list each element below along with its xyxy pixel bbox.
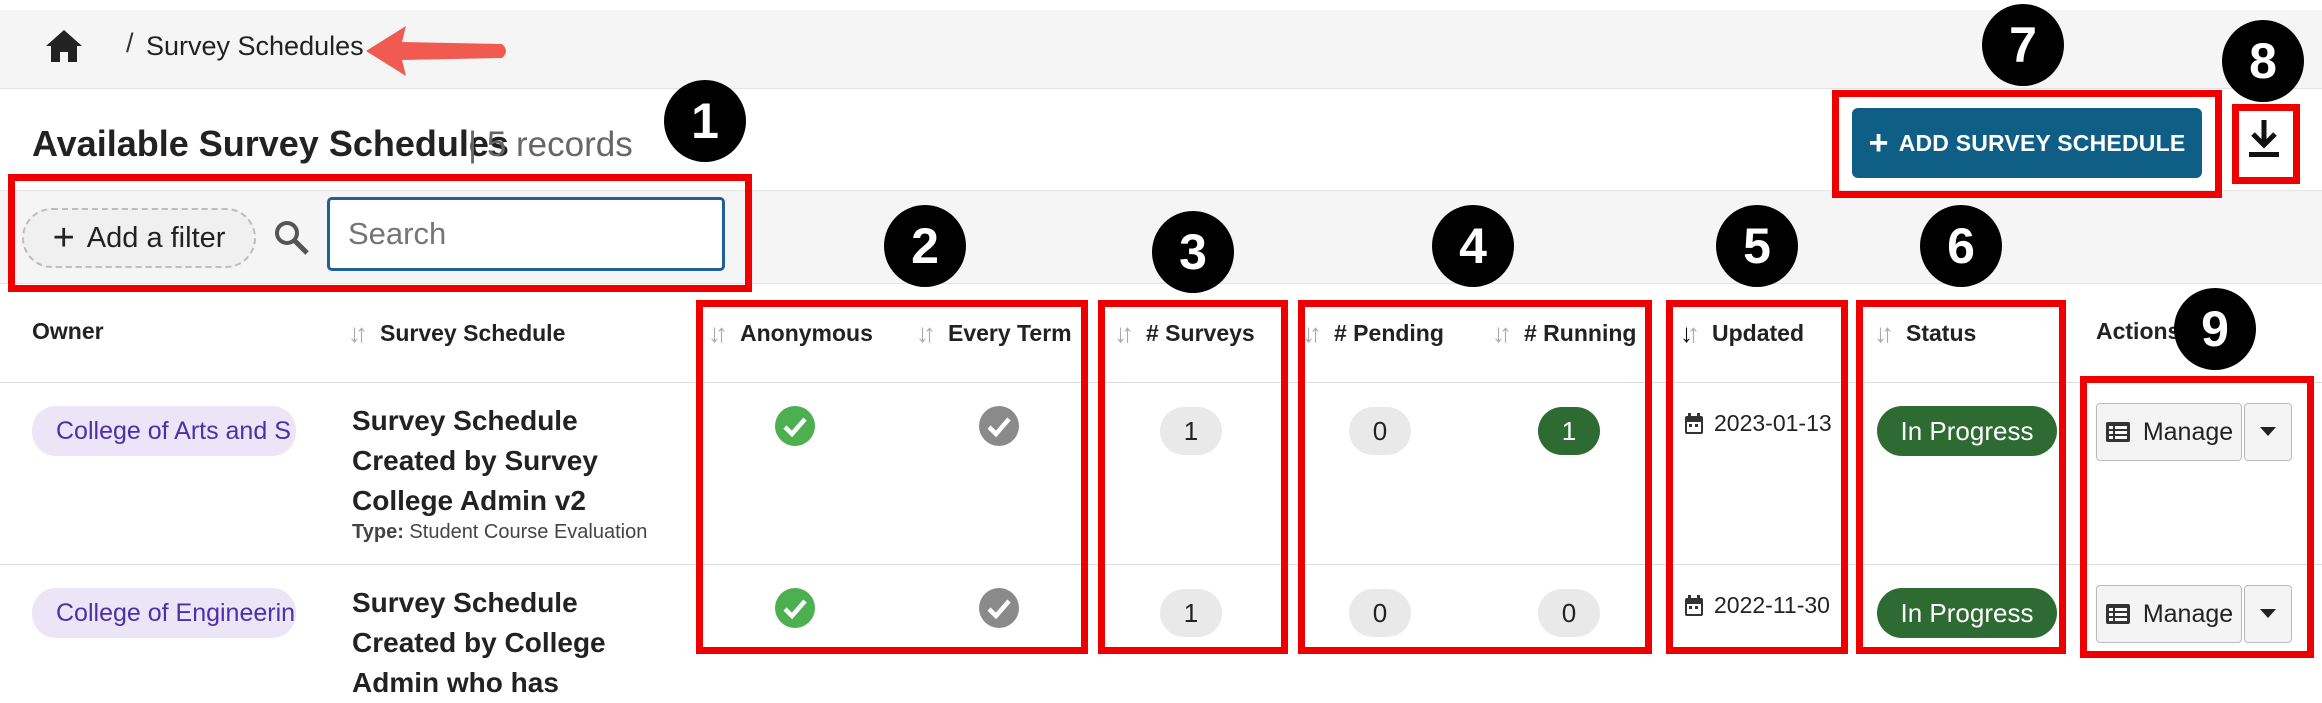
annotation-number-3: 3 (1152, 211, 1234, 293)
schedule-name[interactable]: Survey Schedule Created by Survey Colleg… (352, 401, 642, 521)
annotation-number-2: 2 (884, 205, 966, 287)
annotation-number-8: 8 (2222, 20, 2304, 102)
pointer-arrow-icon (366, 26, 506, 76)
annotation-box-5 (1666, 300, 1848, 654)
column-actions-label: Actions (2096, 318, 2181, 344)
sort-icon: ↓↑ (348, 318, 368, 348)
breadcrumb-current: Survey Schedules (146, 31, 364, 61)
annotation-box-8 (2232, 104, 2300, 184)
schedule-name-line: Created by College (352, 627, 606, 658)
annotation-box-2 (696, 300, 1088, 654)
annotation-number-7: 7 (1982, 4, 2064, 86)
annotation-box-3 (1098, 300, 1288, 654)
schedule-type-value: Student Course Evaluation (409, 521, 648, 543)
column-owner[interactable]: Owner (32, 318, 104, 345)
home-icon[interactable] (44, 28, 84, 64)
column-owner-label: Owner (32, 318, 104, 344)
annotation-number-5: 5 (1716, 205, 1798, 287)
page-title: Available Survey Schedules (32, 123, 509, 164)
annotation-box-1 (8, 174, 752, 292)
annotation-number-6: 6 (1920, 205, 2002, 287)
annotation-number-9: 9 (2174, 288, 2256, 370)
annotation-box-4 (1298, 300, 1652, 654)
breadcrumb-separator: / (126, 28, 134, 58)
table-row: Survey Schedule Created by College Admin… (352, 583, 642, 703)
annotation-box-7 (1832, 90, 2222, 198)
schedule-name-line: College Admin v2 (352, 485, 586, 516)
schedule-type-label: Type: (352, 521, 404, 543)
column-survey-schedule-label: Survey Schedule (380, 320, 566, 346)
record-count: | 5 records (468, 125, 633, 164)
schedule-name-line: Survey Schedule (352, 405, 578, 436)
table-row: Survey Schedule Created by Survey Colleg… (352, 401, 647, 544)
schedule-type: Type: Student Course Evaluation (352, 521, 647, 544)
annotation-box-6 (1856, 300, 2066, 654)
schedule-name-line: Created by Survey (352, 445, 598, 476)
column-survey-schedule[interactable]: ↓↑ Survey Schedule (348, 318, 565, 349)
schedule-name-line: Survey Schedule (352, 587, 578, 618)
owner-badge[interactable]: College of Engineerin (32, 588, 296, 638)
annotation-number-4: 4 (1432, 205, 1514, 287)
schedule-name[interactable]: Survey Schedule Created by College Admin… (352, 583, 642, 703)
annotation-number-1: 1 (664, 80, 746, 162)
owner-badge[interactable]: College of Arts and S (32, 406, 296, 456)
column-actions: Actions (2096, 318, 2180, 345)
annotation-box-9 (2080, 376, 2314, 658)
schedule-name-line: Admin who has (352, 667, 559, 698)
